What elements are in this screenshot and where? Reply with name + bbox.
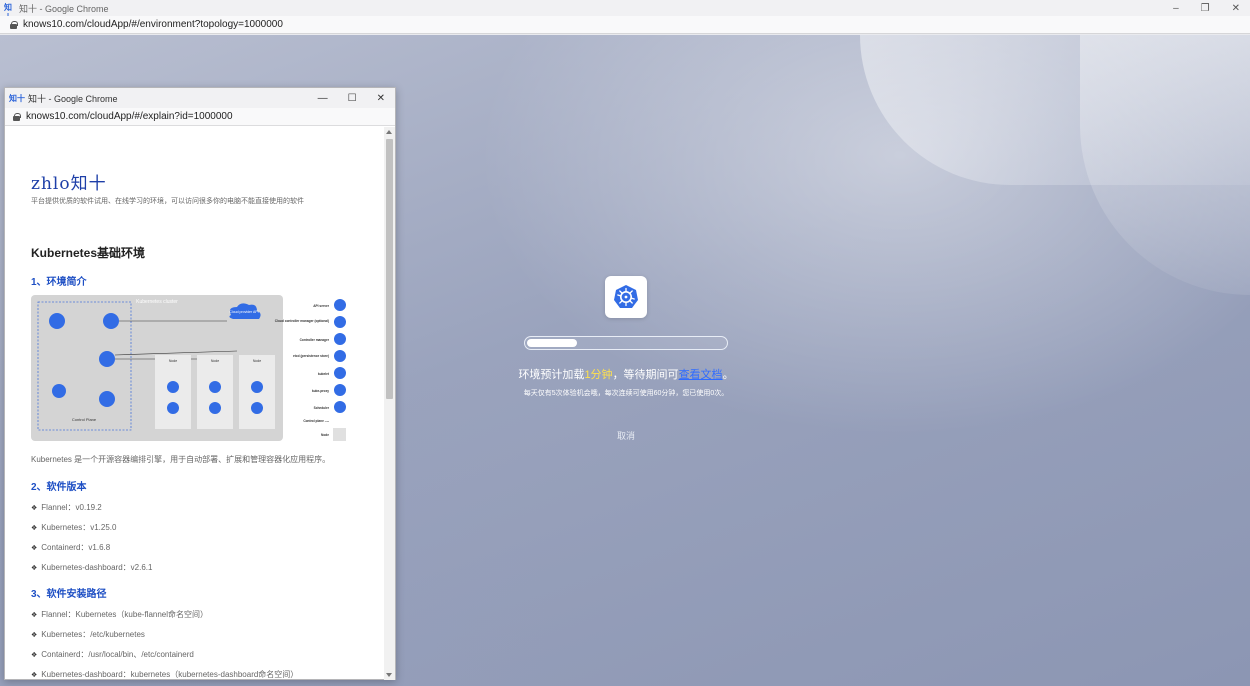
popup-lock-icon (13, 112, 21, 121)
legend-kube-proxy: kube-proxy (312, 389, 329, 393)
intro-paragraph: Kubernetes 是一个开源容器编排引擎，用于自动部署、扩展和管理容器化应用… (31, 455, 331, 464)
legend-cloud-controller-manager: Cloud controller manager (optional) (275, 319, 329, 323)
legend-scheduler: Scheduler (314, 406, 330, 410)
section-intro-title: 1、环境简介 (31, 277, 87, 288)
kubernetes-icon (614, 285, 638, 308)
loading-progress-bar (524, 336, 728, 350)
brand-tagline: 平台提供优质的软件试用、在线学习的环境，可以访问很多你的电脑不能直接使用的软件 (31, 198, 304, 205)
bullet-icon: ❖ (31, 652, 38, 659)
scroll-up-arrow-icon[interactable] (386, 130, 392, 134)
path-item-kubernetes: ❖ Kubernetes：/etc/kubernetes (31, 630, 145, 639)
section-paths-title: 3、软件安装路径 (31, 589, 107, 600)
version-item-dashboard: ❖ Kubernetes-dashboard：v2.6.1 (31, 563, 153, 572)
bullet-icon: ❖ (31, 505, 38, 512)
path-item-dashboard: ❖ Kubernetes-dashboard：kubernetes（kuberne… (31, 670, 299, 679)
cancel-button[interactable]: 取消 (500, 429, 752, 442)
bullet-icon: ❖ (31, 632, 38, 639)
restore-button[interactable]: ❐ (1201, 3, 1210, 14)
bullet-icon: ❖ (31, 565, 38, 572)
bullet-icon: ❖ (31, 545, 38, 552)
loading-message-middle: ，等待期间可 (612, 369, 679, 381)
diagram-node-label-1: Node (169, 359, 177, 363)
docs-popup-window: 知十 知十 - Google Chrome — ☐ ✕ knows10.com/… (4, 87, 396, 680)
popup-scrollbar[interactable] (384, 127, 395, 680)
diagram-cloud-label: Cloud provider API (229, 310, 258, 314)
doc-title: Kubernetes基础环境 (31, 246, 146, 260)
section-versions-title: 2、软件版本 (31, 482, 87, 493)
close-button[interactable]: ✕ (1232, 3, 1240, 14)
loading-progress-fill (527, 339, 577, 347)
app-icon: 知十 (4, 3, 12, 22)
scroll-down-arrow-icon[interactable] (386, 673, 392, 677)
popup-url[interactable]: knows10.com/cloudApp/#/explain?id=100000… (26, 111, 233, 122)
main-address-bar[interactable]: knows10.com/cloudApp/#/environment?topol… (0, 16, 1250, 34)
legend-etcd: etcd (persistence store) (293, 354, 329, 358)
loading-message-suffix: 。 (722, 369, 734, 381)
main-window-controls: – ❐ ✕ (1173, 0, 1240, 16)
main-url[interactable]: knows10.com/cloudApp/#/environment?topol… (23, 19, 283, 30)
bullet-icon: ❖ (31, 612, 38, 619)
bullet-icon: ❖ (31, 672, 38, 679)
kubernetes-logo (605, 276, 647, 318)
popup-titlebar: 知十 知十 - Google Chrome — ☐ ✕ (5, 88, 395, 108)
doc-content: zhlo知十 平台提供优质的软件试用、在线学习的环境，可以访问很多你的电脑不能直… (5, 127, 385, 680)
popup-window-controls: — ☐ ✕ (318, 88, 385, 108)
version-item-containerd: ❖ Containerd：v1.6.8 (31, 543, 111, 552)
version-item-kubernetes: ❖ Kubernetes：v1.25.0 (31, 523, 117, 532)
path-item-flannel: ❖ Flannel：Kubernetes（kube-flannel命名空间） (31, 610, 209, 619)
legend-controller-manager: Controller manager (300, 338, 330, 342)
legend-node: Node (321, 433, 329, 437)
kubernetes-architecture-diagram: Kubernetes cluster Control Plane Cloud p… (31, 295, 351, 441)
legend-kubelet: kubelet (318, 372, 330, 376)
usage-note: 每天仅有5次体验机会哦，每次连续可使用60分钟，您已使用0次。 (523, 390, 729, 397)
legend-api-server: API server (313, 304, 330, 308)
diagram-cluster-label: Kubernetes cluster (136, 299, 178, 305)
loading-message: 环境预计加载1分钟，等待期间可查看文档。 (500, 366, 752, 382)
popup-address-bar[interactable]: knows10.com/cloudApp/#/explain?id=100000… (5, 108, 395, 126)
popup-title: 知十 - Google Chrome (28, 93, 118, 104)
view-docs-link[interactable]: 查看文档 (679, 369, 723, 381)
diagram-node-label-2: Node (211, 359, 219, 363)
minimize-button[interactable]: – (1173, 3, 1179, 14)
popup-close-button[interactable]: ✕ (377, 93, 385, 104)
diagram-node-label-3: Node (253, 359, 261, 363)
popup-app-icon: 知十 (9, 93, 25, 103)
architecture-diagram-svg: Kubernetes cluster Control Plane Cloud p… (31, 295, 346, 441)
version-item-flannel: ❖ Flannel：v0.19.2 (31, 503, 102, 512)
diagram-control-plane-label: Control Plane (72, 417, 97, 422)
path-item-containerd: ❖ Containerd：/usr/local/bin、/etc/containe… (31, 650, 194, 659)
loading-time-highlight: 1分钟 (584, 369, 613, 381)
scrollbar-thumb[interactable] (386, 139, 393, 399)
popup-minimize-button[interactable]: — (318, 93, 328, 104)
loading-message-prefix: 环境预计加载 (518, 369, 585, 381)
legend-control-plane: Control plane ---- (303, 419, 329, 423)
main-window-title: 知十 - Google Chrome (19, 3, 109, 14)
lock-icon (10, 20, 18, 29)
bullet-icon: ❖ (31, 525, 38, 532)
brand-logo: zhlo知十 (31, 174, 107, 194)
popup-maximize-button[interactable]: ☐ (348, 93, 357, 104)
environment-loader: 环境预计加载1分钟，等待期间可查看文档。 每天仅有5次体验机会哦，每次连续可使用… (500, 276, 752, 442)
main-window-titlebar: 知十 知十 - Google Chrome – ❐ ✕ (0, 0, 1250, 22)
